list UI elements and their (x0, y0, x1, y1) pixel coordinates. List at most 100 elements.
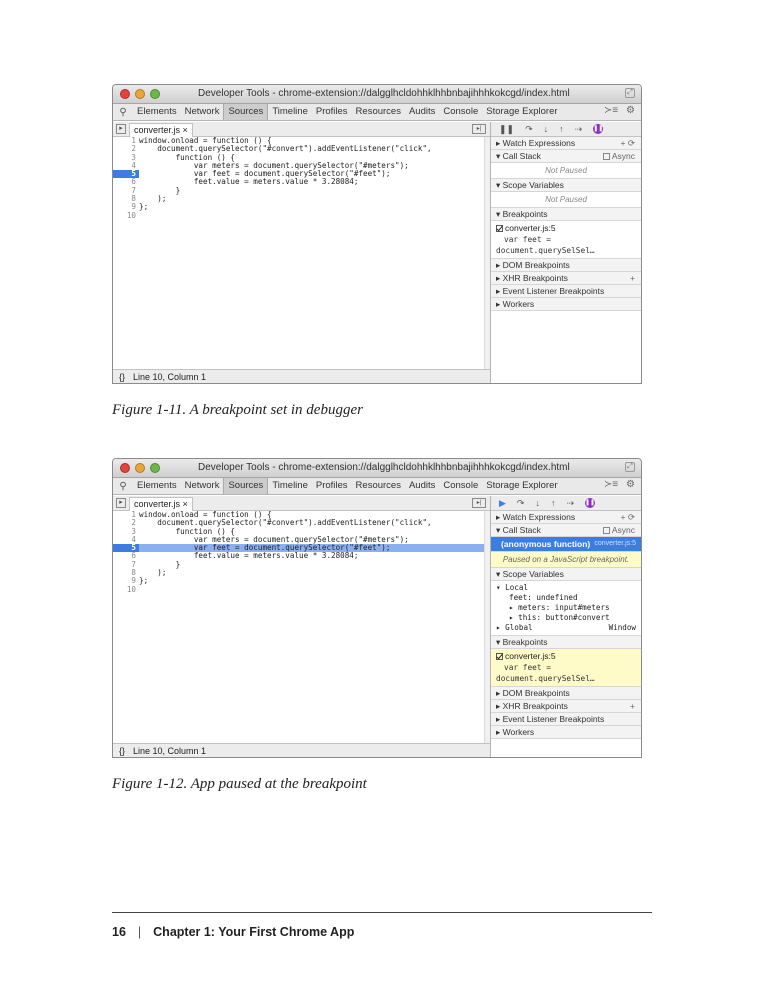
breakpoint-checkbox[interactable] (496, 225, 503, 233)
deactivate-breakpoints-icon[interactable]: ⇢ (566, 498, 574, 509)
scope-var-this[interactable]: ▸ this: button#convert (491, 613, 641, 623)
tab-elements[interactable]: Elements (133, 104, 181, 120)
call-frame-selected[interactable]: (anonymous function) converter.js:5 (491, 537, 641, 552)
add-icon[interactable]: + (630, 272, 635, 285)
tab-profiles[interactable]: Profiles (312, 478, 352, 494)
maximize-window-button[interactable] (150, 89, 160, 99)
tab-timeline[interactable]: Timeline (268, 478, 312, 494)
pause-icon[interactable]: ❚❚ (499, 124, 514, 135)
tab-sources[interactable]: Sources (223, 104, 269, 120)
pretty-print-icon[interactable]: {} (119, 746, 125, 756)
add-icon[interactable]: + (630, 700, 635, 713)
code-line[interactable]: 9}; (113, 203, 484, 212)
scope-variables-header[interactable]: ▾ Scope Variables (491, 568, 641, 581)
tab-sources[interactable]: Sources (223, 478, 269, 494)
xhr-breakpoints-header[interactable]: ▸ XHR Breakpoints + (491, 272, 641, 285)
tab-console[interactable]: Console (439, 478, 482, 494)
workers-header[interactable]: ▸ Workers (491, 298, 641, 311)
debugger-toggle-icon[interactable]: ▸| (472, 124, 486, 134)
code-line[interactable]: 10 (113, 211, 484, 220)
step-out-icon[interactable]: ↑ (551, 498, 556, 508)
xhr-breakpoints-header[interactable]: ▸ XHR Breakpoints + (491, 700, 641, 713)
add-refresh-icons[interactable]: + ⟳ (621, 511, 635, 524)
breakpoint-checkbox[interactable] (496, 653, 503, 661)
pause-on-exceptions-icon[interactable]: ❚❚ (593, 124, 603, 134)
minimize-window-button[interactable] (135, 89, 145, 99)
async-checkbox[interactable]: Async (602, 524, 635, 537)
watch-expressions-header[interactable]: ▸ Watch Expressions + ⟳ (491, 511, 641, 524)
step-over-icon[interactable]: ↷ (525, 124, 533, 135)
frame-name: (anonymous function) (501, 539, 591, 549)
step-into-icon[interactable]: ↓ (535, 498, 540, 508)
step-into-icon[interactable]: ↓ (544, 124, 549, 134)
tab-network[interactable]: Network (181, 104, 224, 120)
editor-scrollbar[interactable] (484, 137, 490, 369)
dom-breakpoints-header[interactable]: ▸ DOM Breakpoints (491, 259, 641, 272)
step-out-icon[interactable]: ↑ (559, 124, 564, 134)
status-bar: {} Line 10, Column 1 (113, 743, 490, 757)
console-drawer-icon[interactable]: ≻≡ (604, 479, 618, 490)
file-tab-converter[interactable]: converter.js × (129, 122, 193, 137)
editor-scrollbar[interactable] (484, 511, 490, 743)
code-line[interactable]: 8 ); (113, 568, 484, 577)
pause-on-exceptions-icon[interactable]: ❚❚ (585, 498, 595, 508)
code-line[interactable]: 7 } (113, 186, 484, 195)
line-number[interactable]: 10 (113, 211, 139, 220)
line-number[interactable]: 10 (113, 585, 139, 594)
event-listener-breakpoints-header[interactable]: ▸ Event Listener Breakpoints (491, 713, 641, 726)
tab-storage-explorer[interactable]: Storage Explorer (482, 478, 561, 494)
breakpoints-header[interactable]: ▾ Breakpoints (491, 208, 641, 221)
scope-global[interactable]: ▸ Global Window (491, 623, 641, 633)
close-window-button[interactable] (120, 89, 130, 99)
code-line[interactable]: 7 } (113, 560, 484, 569)
minimize-window-button[interactable] (135, 463, 145, 473)
resize-icon[interactable]: ⤢ (625, 88, 635, 98)
scope-var-meters[interactable]: ▸ meters: input#meters (491, 603, 641, 613)
watch-expressions-header[interactable]: ▸ Watch Expressions + ⟳ (491, 137, 641, 150)
call-stack-header[interactable]: ▾ Call Stack Async (491, 150, 641, 163)
file-tab-converter[interactable]: converter.js × (129, 496, 193, 511)
tab-resources[interactable]: Resources (352, 104, 405, 120)
close-window-button[interactable] (120, 463, 130, 473)
breakpoint-item-active[interactable]: converter.js:5 var feet = document.query… (491, 649, 641, 687)
code-line[interactable]: 9}; (113, 577, 484, 586)
code-line[interactable]: 8 ); (113, 194, 484, 203)
async-checkbox[interactable]: Async (602, 150, 635, 163)
event-listener-breakpoints-header[interactable]: ▸ Event Listener Breakpoints (491, 285, 641, 298)
breakpoint-item[interactable]: converter.js:5 var feet = document.query… (491, 221, 641, 259)
deactivate-breakpoints-icon[interactable]: ⇢ (575, 124, 583, 135)
code-line[interactable]: 10 (113, 585, 484, 594)
dom-breakpoints-header[interactable]: ▸ DOM Breakpoints (491, 687, 641, 700)
tab-elements[interactable]: Elements (133, 478, 181, 494)
workers-header[interactable]: ▸ Workers (491, 726, 641, 739)
navigator-toggle-icon[interactable]: ▸ (116, 124, 126, 134)
gear-icon[interactable]: ⚙ (626, 105, 635, 116)
tab-resources[interactable]: Resources (352, 478, 405, 494)
add-refresh-icons[interactable]: + ⟳ (621, 137, 635, 150)
tab-timeline[interactable]: Timeline (268, 104, 312, 120)
async-label: Async (611, 151, 635, 161)
navigator-toggle-icon[interactable]: ▸ (116, 498, 126, 508)
resize-icon[interactable]: ⤢ (625, 462, 635, 472)
pretty-print-icon[interactable]: {} (119, 372, 125, 382)
call-stack-header[interactable]: ▾ Call Stack Async (491, 524, 641, 537)
tab-audits[interactable]: Audits (405, 478, 439, 494)
gear-icon[interactable]: ⚙ (626, 479, 635, 490)
maximize-window-button[interactable] (150, 463, 160, 473)
step-over-icon[interactable]: ↷ (517, 498, 525, 509)
debugger-toggle-icon[interactable]: ▸| (472, 498, 486, 508)
search-icon[interactable]: ⚲ (113, 107, 133, 118)
tab-console[interactable]: Console (439, 104, 482, 120)
breakpoint-code: var feet = document.querySelSel… (496, 235, 595, 255)
tab-profiles[interactable]: Profiles (312, 104, 352, 120)
search-icon[interactable]: ⚲ (113, 481, 133, 492)
breakpoints-header[interactable]: ▾ Breakpoints (491, 636, 641, 649)
breakpoints-label: Breakpoints (502, 209, 548, 219)
resume-icon[interactable]: ▶ (499, 498, 506, 509)
scope-variables-header[interactable]: ▾ Scope Variables (491, 179, 641, 192)
tab-audits[interactable]: Audits (405, 104, 439, 120)
scope-local[interactable]: ▾ Local (491, 583, 641, 593)
tab-network[interactable]: Network (181, 478, 224, 494)
console-drawer-icon[interactable]: ≻≡ (604, 105, 618, 116)
tab-storage-explorer[interactable]: Storage Explorer (482, 104, 561, 120)
